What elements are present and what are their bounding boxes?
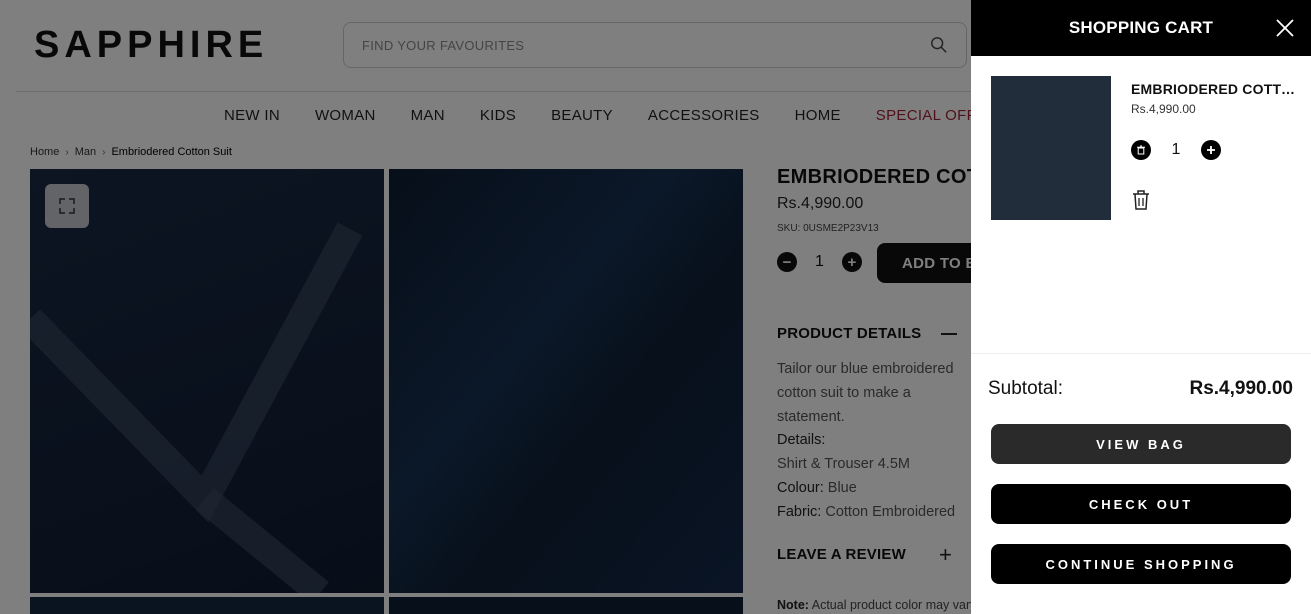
cart-header: SHOPPING CART <box>971 0 1311 56</box>
trash-small-icon <box>1137 145 1145 155</box>
shopping-cart-drawer: SHOPPING CART EMBRIODERED COTTON SUIT Rs… <box>971 0 1311 614</box>
cart-quantity-stepper: 1 <box>1131 140 1221 160</box>
plus-icon <box>1207 146 1215 154</box>
cart-item-name[interactable]: EMBRIODERED COTTON SUIT <box>1131 81 1296 97</box>
close-icon[interactable] <box>1275 18 1295 38</box>
cart-quantity-value: 1 <box>1171 141 1181 158</box>
cart-item-price: Rs.4,990.00 <box>1131 102 1196 116</box>
check-out-button[interactable]: CHECK OUT <box>991 484 1291 524</box>
subtotal-label: Subtotal: <box>988 378 1063 399</box>
modal-backdrop[interactable] <box>0 0 971 614</box>
cart-title: SHOPPING CART <box>1068 18 1214 37</box>
cart-increase-button[interactable] <box>1201 140 1221 160</box>
cart-divider <box>971 353 1311 354</box>
trash-icon[interactable] <box>1131 189 1151 211</box>
view-bag-button[interactable]: VIEW BAG <box>991 424 1291 464</box>
continue-shopping-button[interactable]: CONTINUE SHOPPING <box>991 544 1291 584</box>
cart-item-image[interactable] <box>991 76 1111 220</box>
subtotal-value: Rs.4,990.00 <box>1189 378 1293 399</box>
cart-decrease-button[interactable] <box>1131 140 1151 160</box>
